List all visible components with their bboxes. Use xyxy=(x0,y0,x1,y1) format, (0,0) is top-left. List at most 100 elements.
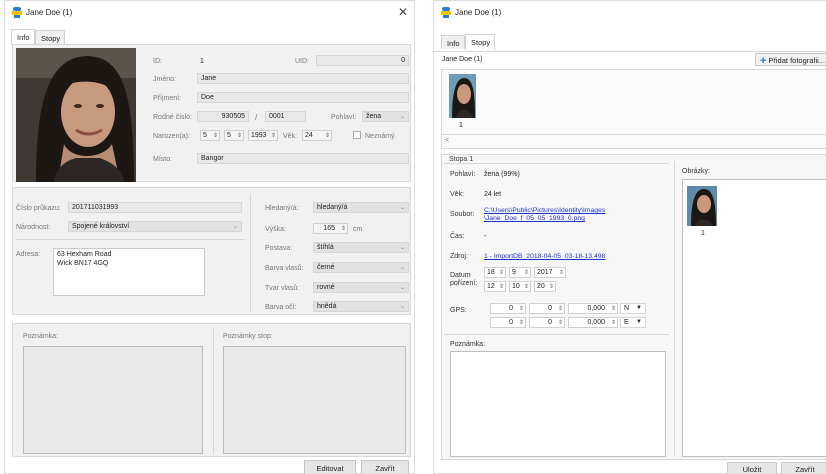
gps1-deg-spinner[interactable]: 0 ⇕ xyxy=(490,303,526,314)
vek-spinner[interactable]: 24 ⇕ xyxy=(302,130,332,141)
spin-arrows-icon[interactable]: ⇕ xyxy=(611,305,616,312)
prijmeni-field[interactable]: Doe xyxy=(197,92,409,103)
spin-arrows-icon[interactable]: ⇕ xyxy=(341,225,346,232)
soubor-link-line-2[interactable]: \Jane_Doe_f_05_05_1993_0.png xyxy=(484,215,585,223)
rodne-cislo-field-2[interactable]: 0001 xyxy=(265,111,306,122)
gps2-min-spinner[interactable]: 0 ⇕ xyxy=(529,317,565,328)
obrazek-thumbnail[interactable] xyxy=(687,186,717,226)
narozen-month-spinner[interactable]: 5 ⇕ xyxy=(224,130,244,141)
narodnost-dropdown[interactable]: Spojené království ⌄ xyxy=(68,221,242,232)
adresa-line-2: Wick BN17 4GQ xyxy=(57,260,109,267)
uid-label: UID: xyxy=(295,58,309,65)
zdroj-link[interactable]: 1 - ImportDB_2018-04-05_03-18-13.498 xyxy=(484,253,605,261)
thumbnail-photo[interactable] xyxy=(449,74,476,118)
add-photo-button[interactable]: ✚ Přidat fotografii... xyxy=(755,53,826,66)
spin-arrows-icon[interactable]: ⇕ xyxy=(499,283,504,290)
tvar-dropdown[interactable]: rovné ⌄ xyxy=(313,282,409,293)
narozen-day-spinner[interactable]: 5 ⇕ xyxy=(200,130,220,141)
gps1-sec-spinner[interactable]: 0,000 ⇕ xyxy=(568,303,618,314)
vyska-value: 165 xyxy=(323,225,335,232)
trace-vek-value: 24 let xyxy=(484,191,502,198)
spin-arrows-icon[interactable]: ⇕ xyxy=(499,269,504,276)
scroll-left-icon[interactable]: < xyxy=(445,137,449,144)
pohlavi-dropdown[interactable]: žena ⌄ xyxy=(362,111,409,122)
poznamka-textarea[interactable] xyxy=(23,346,203,454)
soubor-link-line-1[interactable]: C:\Users\Public\Pictures\Identity\Images xyxy=(484,207,605,215)
vertical-divider xyxy=(213,328,214,454)
vyska-spinner[interactable]: 165 ⇕ xyxy=(313,223,348,234)
spin-arrows-icon[interactable]: ⇕ xyxy=(213,132,218,139)
window-title: Jane Doe (1) xyxy=(26,8,73,17)
gps1-dir-dropdown[interactable]: N ▼ xyxy=(620,303,646,314)
person-photo[interactable] xyxy=(16,48,136,182)
zdroj-label: Zdroj: xyxy=(450,253,468,260)
datum-year-spinner[interactable]: 2017 ⇕ xyxy=(534,267,566,278)
chevron-down-icon: ⌄ xyxy=(399,285,405,291)
spin-arrows-icon[interactable]: ⇕ xyxy=(325,132,330,139)
spin-arrows-icon[interactable]: ⇕ xyxy=(524,283,529,290)
tab-stopy[interactable]: Stopy xyxy=(35,30,65,44)
neznamy-label: Neznámý xyxy=(365,133,395,140)
chevron-down-icon: ⌄ xyxy=(232,224,238,230)
spin-arrows-icon[interactable]: ⇕ xyxy=(611,319,616,326)
spin-arrows-icon[interactable]: ⇕ xyxy=(559,269,564,276)
cas-minute-spinner[interactable]: 10 ⇕ xyxy=(509,281,531,292)
vek-label: Věk: xyxy=(283,133,298,140)
close-icon[interactable]: ✕ xyxy=(398,5,408,19)
chevron-down-icon: ⌄ xyxy=(399,304,405,310)
narozen-year-spinner[interactable]: 1993 ⇕ xyxy=(248,130,278,141)
tab-info[interactable]: Info xyxy=(11,29,35,45)
save-button[interactable]: Uložit xyxy=(727,462,777,474)
window-title: Jane Doe (1) xyxy=(455,8,502,17)
spin-arrows-icon[interactable]: ⇕ xyxy=(237,132,242,139)
close-button[interactable]: Zavřít xyxy=(781,462,826,474)
poznamky-stop-textarea[interactable] xyxy=(223,346,406,454)
person-header-name: Jane Doe (1) xyxy=(442,56,483,63)
neznamy-checkbox[interactable] xyxy=(353,131,361,139)
prukaz-field[interactable]: 201711031993 xyxy=(68,202,242,213)
triangle-down-icon: ▼ xyxy=(636,319,642,325)
rodne-cislo-field-1[interactable]: 930505 xyxy=(197,111,249,122)
trace-poznamka-textarea[interactable] xyxy=(450,351,666,457)
cas-hour-spinner[interactable]: 12 ⇕ xyxy=(484,281,506,292)
spin-arrows-icon[interactable]: ⇕ xyxy=(271,132,276,139)
gps-label: GPS: xyxy=(450,307,467,314)
spin-arrows-icon[interactable]: ⇕ xyxy=(524,269,529,276)
thumbnail-number: 1 xyxy=(459,122,463,129)
spin-arrows-icon[interactable]: ⇕ xyxy=(549,283,554,290)
gps2-dir-dropdown[interactable]: E ▼ xyxy=(620,317,646,328)
close-button[interactable]: Zavřít xyxy=(361,460,409,474)
narodnost-value: Spojené království xyxy=(72,223,130,230)
misto-field[interactable]: Bangor xyxy=(197,153,409,164)
spin-arrows-icon[interactable]: ⇕ xyxy=(519,305,524,312)
gps1-min-spinner[interactable]: 0 ⇕ xyxy=(529,303,565,314)
obrazky-list[interactable]: 1 xyxy=(682,179,826,457)
spin-arrows-icon[interactable]: ⇕ xyxy=(519,319,524,326)
add-photo-label: Přidat fotografii... xyxy=(768,56,826,65)
scrollbar-track[interactable] xyxy=(442,134,826,135)
spin-arrows-icon[interactable]: ⇕ xyxy=(558,305,563,312)
jmeno-field[interactable]: Jane xyxy=(197,73,409,84)
vertical-divider xyxy=(250,194,251,312)
prukaz-label: Číslo průkazu: xyxy=(16,205,61,212)
cas-second-spinner[interactable]: 20 ⇕ xyxy=(534,281,556,292)
cas-hour-value: 12 xyxy=(487,283,495,290)
edit-button[interactable]: Editovat xyxy=(304,460,356,474)
datum-day-spinner[interactable]: 18 ⇕ xyxy=(484,267,506,278)
vek-value: 24 xyxy=(305,132,313,139)
oci-dropdown[interactable]: hnědá ⌄ xyxy=(313,301,409,312)
spin-arrows-icon[interactable]: ⇕ xyxy=(558,319,563,326)
tab-stopy[interactable]: Stopy xyxy=(465,34,495,50)
gps2-deg-spinner[interactable]: 0 ⇕ xyxy=(490,317,526,328)
vlasy-dropdown[interactable]: černé ⌄ xyxy=(313,262,409,273)
oci-value: hnědá xyxy=(317,303,337,310)
trace-pohlavi-value: žena (99%) xyxy=(484,171,520,178)
tab-info[interactable]: Info xyxy=(441,35,465,49)
postava-dropdown[interactable]: štíhlá ⌄ xyxy=(313,242,409,253)
datum-month-spinner[interactable]: 9 ⇕ xyxy=(509,267,531,278)
obrazky-label: Obrázky: xyxy=(682,168,711,175)
gps2-sec-spinner[interactable]: 0,000 ⇕ xyxy=(568,317,618,328)
adresa-field[interactable]: 63 Hexham Road Wick BN17 4GQ xyxy=(53,248,205,296)
hledany-dropdown[interactable]: hledaný/á ⌄ xyxy=(313,202,409,213)
uid-field[interactable]: 0 xyxy=(316,55,409,66)
